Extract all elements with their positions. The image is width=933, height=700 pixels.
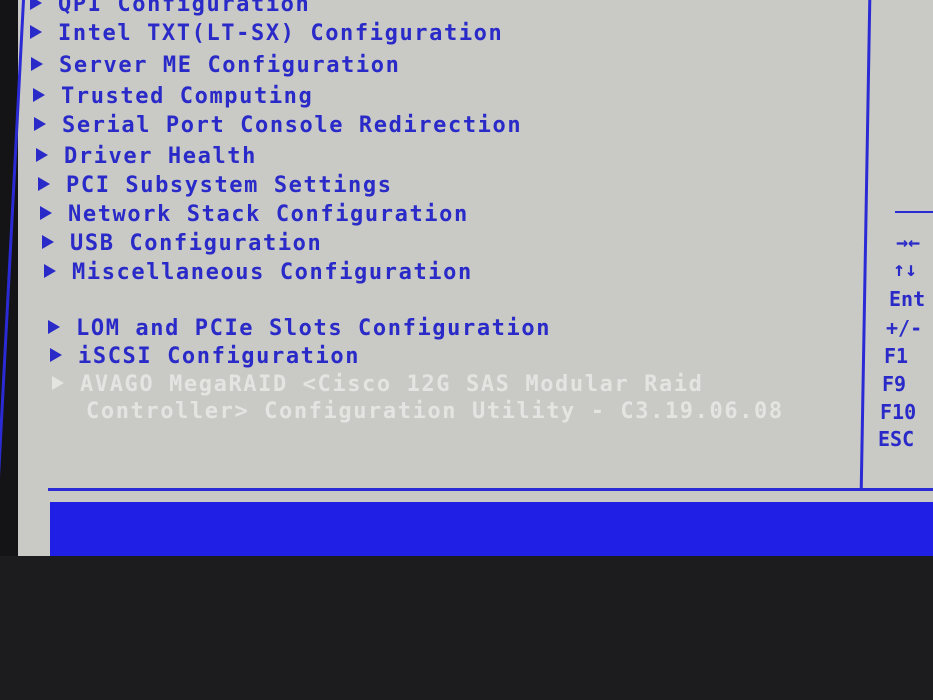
menu-item-trusted-computing[interactable]: Trusted Computing	[33, 84, 313, 109]
help-key-select-item: ↑↓	[893, 257, 918, 281]
monitor-bezel	[0, 556, 933, 700]
help-key-f9: F9	[882, 372, 907, 396]
frame-border-bottom	[48, 488, 933, 491]
submenu-arrow-icon	[48, 320, 60, 334]
submenu-arrow-icon	[30, 25, 42, 39]
submenu-arrow-icon	[52, 376, 64, 390]
submenu-arrow-icon	[50, 348, 62, 362]
menu-item-pci-subsystem[interactable]: PCI Subsystem Settings	[38, 173, 393, 198]
menu-item-network-stack[interactable]: Network Stack Configuration	[40, 202, 469, 227]
submenu-arrow-icon	[44, 264, 56, 278]
menu-item-serial-port[interactable]: Serial Port Console Redirection	[34, 113, 522, 138]
menu-item-driver-health[interactable]: Driver Health	[36, 144, 257, 169]
status-bar	[50, 502, 933, 556]
help-key-change: +/-	[886, 316, 923, 340]
submenu-arrow-icon	[38, 177, 50, 191]
menu-item-intel-txt[interactable]: Intel TXT(LT-SX) Configuration	[30, 21, 503, 46]
submenu-arrow-icon	[42, 235, 54, 249]
menu-item-avago-megaraid: AVAGO MegaRAID <Cisco 12G SAS Modular Ra…	[52, 372, 704, 397]
submenu-arrow-icon	[34, 117, 46, 131]
menu-item-usb[interactable]: USB Configuration	[42, 231, 322, 256]
help-key-f1: F1	[884, 344, 909, 368]
submenu-arrow-icon	[40, 206, 52, 220]
submenu-arrow-icon	[36, 148, 48, 162]
submenu-arrow-icon	[31, 57, 43, 71]
help-key-f10: F10	[880, 400, 917, 424]
submenu-arrow-icon	[30, 0, 42, 10]
help-separator	[895, 211, 933, 213]
submenu-arrow-icon	[33, 88, 45, 102]
menu-item-qpi[interactable]: QPI Configuration	[30, 0, 310, 17]
menu-item-iscsi[interactable]: iSCSI Configuration	[50, 344, 360, 369]
menu-item-lom-pcie[interactable]: LOM and PCIe Slots Configuration	[48, 316, 551, 341]
help-key-enter: Ent	[889, 287, 926, 311]
help-key-esc: ESC	[878, 427, 915, 451]
help-key-select-screen: →←	[896, 230, 921, 254]
menu-item-miscellaneous[interactable]: Miscellaneous Configuration	[44, 260, 473, 285]
menu-item-server-me[interactable]: Server ME Configuration	[31, 53, 400, 78]
menu-item-avago-megaraid-line2: Controller> Configuration Utility - C3.1…	[86, 399, 784, 424]
